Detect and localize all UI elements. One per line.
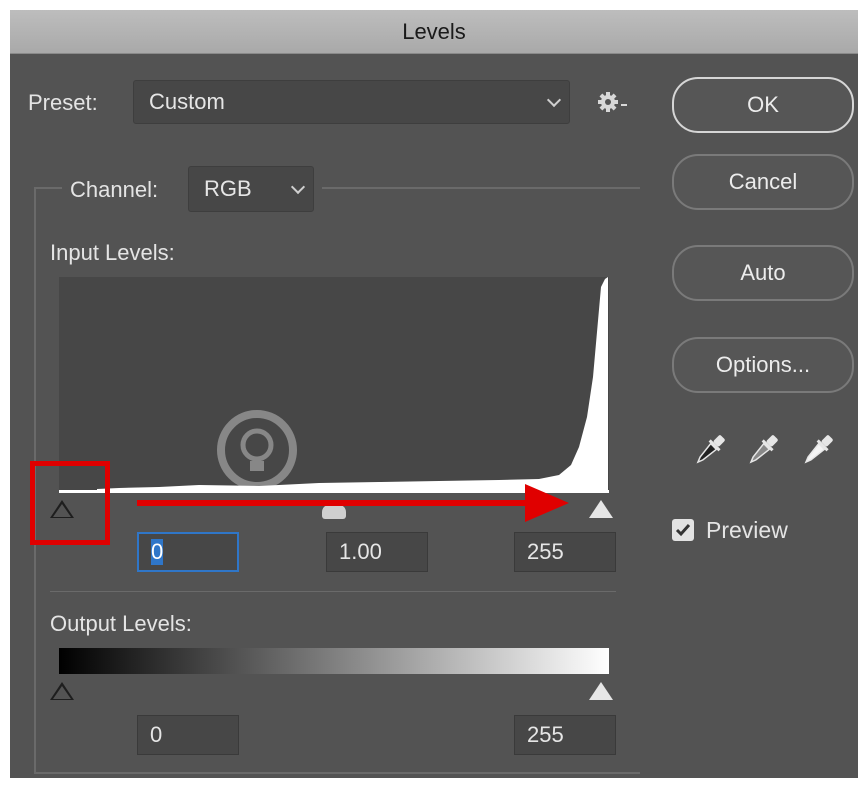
channel-select[interactable]: RGB	[188, 166, 314, 212]
ok-button[interactable]: OK	[672, 77, 854, 133]
group-border-top-left	[34, 187, 62, 189]
chevron-down-icon	[290, 179, 306, 195]
input-white-field[interactable]: 255	[514, 532, 616, 572]
output-black-slider-inner	[53, 686, 71, 699]
preset-select[interactable]: Custom	[133, 80, 570, 124]
output-black-field[interactable]: 0	[137, 715, 239, 755]
arrow-shaft	[137, 500, 537, 506]
input-white-slider[interactable]	[589, 500, 613, 518]
input-gamma-field[interactable]: 1.00	[326, 532, 428, 572]
arrow-head	[525, 484, 569, 522]
output-black-value: 0	[150, 722, 163, 747]
watermark	[210, 405, 670, 500]
output-white-field[interactable]: 255	[514, 715, 616, 755]
checkbox-check-icon	[675, 524, 691, 537]
lightbulb-logo-icon	[217, 410, 297, 490]
input-white-value: 255	[527, 539, 564, 564]
input-black-value: 0	[151, 539, 164, 565]
output-levels-label: Output Levels:	[50, 611, 192, 636]
input-black-field[interactable]: 0	[137, 532, 239, 572]
output-white-slider[interactable]	[589, 682, 613, 700]
preview-label: Preview	[706, 517, 788, 543]
group-border-bottom	[34, 772, 640, 774]
input-gamma-slider[interactable]	[322, 505, 346, 519]
channel-value: RGB	[204, 176, 252, 201]
dialog-title: Levels	[402, 18, 466, 44]
preview-checkbox[interactable]	[672, 519, 694, 541]
gear-icon[interactable]	[596, 89, 632, 117]
chevron-down-icon	[546, 92, 562, 108]
output-gradient-bar	[59, 648, 609, 674]
section-divider	[50, 591, 616, 592]
highlight-box	[30, 461, 110, 545]
preset-label: Preset:	[28, 90, 98, 115]
input-levels-label: Input Levels:	[50, 240, 175, 265]
output-white-value: 255	[527, 722, 564, 747]
channel-label: Channel:	[70, 177, 159, 202]
gray-eyedropper-icon[interactable]	[743, 430, 783, 470]
group-border-top-right	[322, 187, 640, 189]
options-button[interactable]: Options...	[672, 337, 854, 393]
preset-value: Custom	[149, 89, 225, 114]
white-eyedropper-icon[interactable]	[798, 430, 838, 470]
cancel-button[interactable]: Cancel	[672, 154, 854, 210]
black-eyedropper-icon[interactable]	[690, 430, 730, 470]
auto-button[interactable]: Auto	[672, 245, 854, 301]
title-bar: Levels	[10, 10, 858, 54]
input-gamma-value: 1.00	[339, 539, 382, 564]
